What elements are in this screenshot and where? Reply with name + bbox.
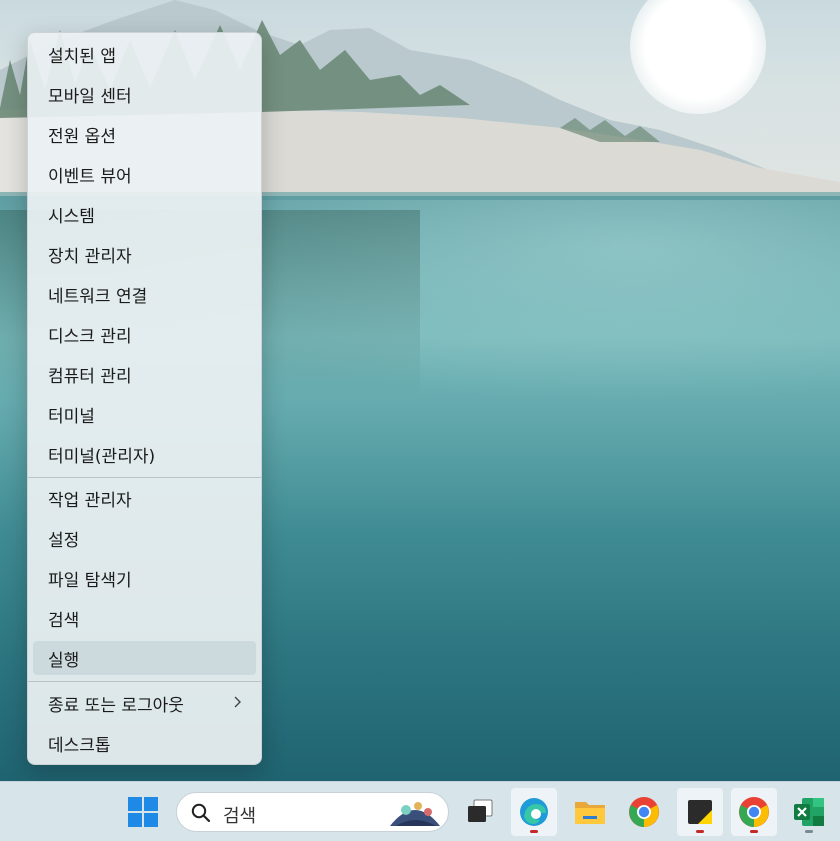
chevron-right-icon xyxy=(230,695,244,709)
menu-item-file-explorer[interactable]: 파일 탐색기 xyxy=(33,561,256,595)
search-icon xyxy=(191,803,211,823)
menu-item-system[interactable]: 시스템 xyxy=(33,197,256,231)
menu-item-search[interactable]: 검색 xyxy=(33,601,256,635)
taskbar-sticky-notes[interactable] xyxy=(677,788,723,836)
menu-item-settings[interactable]: 설정 xyxy=(33,521,256,555)
running-indicator xyxy=(805,830,813,833)
task-view-icon xyxy=(468,799,493,822)
menu-item-desktop[interactable]: 데스크톱 xyxy=(33,726,256,760)
menu-item-terminal[interactable]: 터미널 xyxy=(33,397,256,431)
taskbar-chrome-running[interactable] xyxy=(731,788,777,836)
running-indicator xyxy=(530,830,538,833)
file-explorer-icon xyxy=(575,802,605,824)
taskbar-excel[interactable] xyxy=(786,788,832,836)
menu-item-terminal-admin[interactable]: 터미널(관리자) xyxy=(33,437,256,471)
excel-icon xyxy=(794,798,824,826)
menu-item-run[interactable]: 실행 xyxy=(33,641,256,675)
search-placeholder: 검색 xyxy=(223,806,257,827)
taskbar: 검색 xyxy=(0,781,840,841)
menu-item-installed-apps[interactable]: 설치된 앱 xyxy=(33,37,256,71)
chrome-icon xyxy=(629,797,659,827)
taskbar-search-box[interactable]: 검색 xyxy=(176,792,449,832)
menu-item-device-manager[interactable]: 장치 관리자 xyxy=(33,237,256,271)
search-highlight-icon xyxy=(390,802,440,826)
menu-item-event-viewer[interactable]: 이벤트 뷰어 xyxy=(33,157,256,191)
menu-item-task-manager[interactable]: 작업 관리자 xyxy=(33,481,256,515)
menu-separator xyxy=(28,681,261,682)
taskbar-file-explorer[interactable] xyxy=(567,788,613,836)
running-indicator xyxy=(750,830,758,833)
edge-icon xyxy=(520,798,548,826)
winx-context-menu: 설치된 앱 모바일 센터 전원 옵션 이벤트 뷰어 시스템 장치 관리자 네트워… xyxy=(27,32,262,765)
windows-start-icon xyxy=(128,797,158,827)
task-view-button[interactable] xyxy=(457,788,503,836)
menu-item-label: 종료 또는 로그아웃 xyxy=(48,695,184,716)
menu-item-power-options[interactable]: 전원 옵션 xyxy=(33,117,256,151)
sticky-notes-icon xyxy=(688,800,712,824)
chrome-icon xyxy=(739,797,769,827)
menu-item-computer-management[interactable]: 컴퓨터 관리 xyxy=(33,357,256,391)
menu-item-mobility-center[interactable]: 모바일 센터 xyxy=(33,77,256,111)
menu-item-shutdown-signout[interactable]: 종료 또는 로그아웃 xyxy=(33,686,256,720)
taskbar-chrome[interactable] xyxy=(621,788,667,836)
menu-item-network-connections[interactable]: 네트워크 연결 xyxy=(33,277,256,311)
menu-item-disk-management[interactable]: 디스크 관리 xyxy=(33,317,256,351)
running-indicator xyxy=(696,830,704,833)
start-button[interactable] xyxy=(120,788,166,836)
menu-separator xyxy=(28,477,261,478)
taskbar-edge[interactable] xyxy=(511,788,557,836)
